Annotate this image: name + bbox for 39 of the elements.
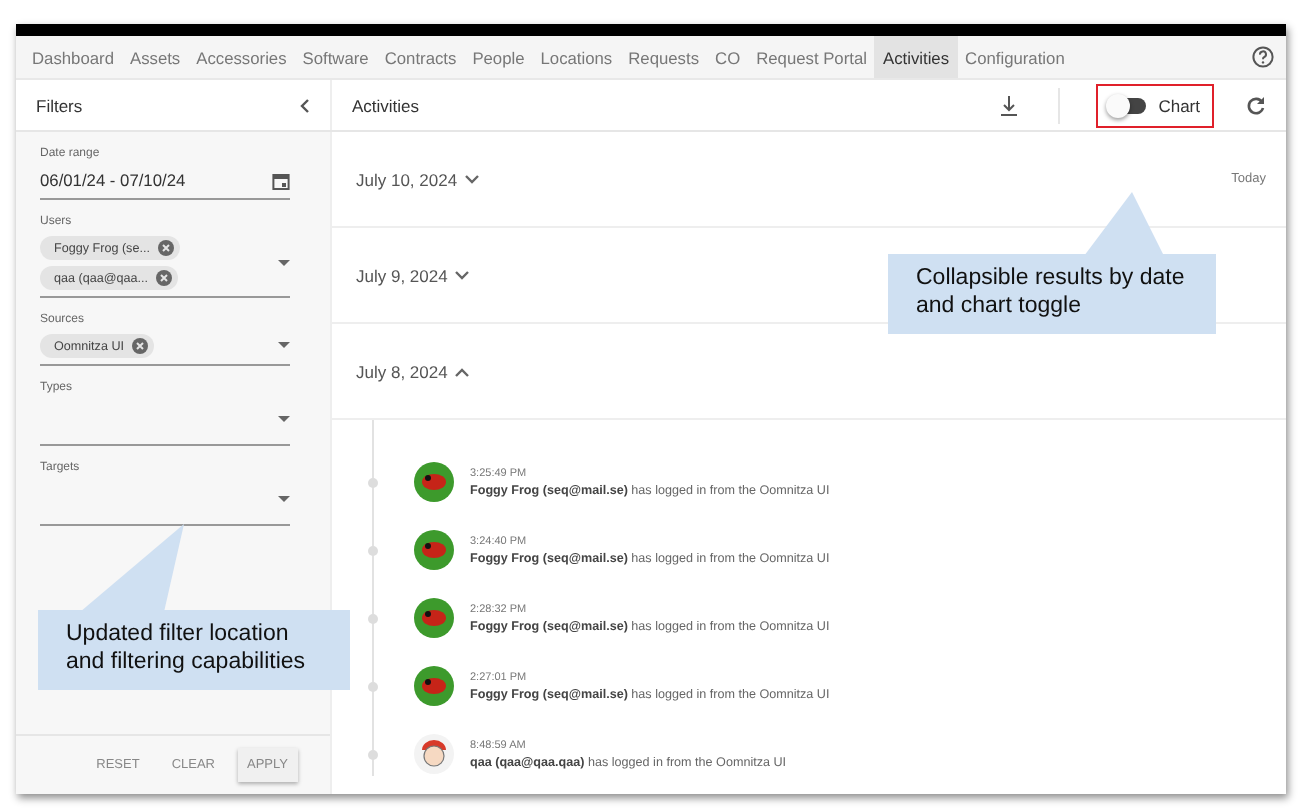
chart-toggle[interactable]: Chart bbox=[1096, 83, 1214, 127]
remove-icon[interactable] bbox=[132, 338, 148, 354]
person-avatar bbox=[414, 734, 454, 774]
chevron-down-icon bbox=[463, 173, 480, 185]
nav-tab[interactable]: Contracts bbox=[376, 36, 465, 78]
nav-tab[interactable]: Software bbox=[294, 36, 377, 78]
remove-icon[interactable] bbox=[157, 240, 174, 256]
field-value: 06/01/24 - 07/10/24 bbox=[40, 170, 186, 190]
nav-tab[interactable]: People bbox=[464, 36, 533, 78]
chevron-up-icon bbox=[453, 365, 470, 377]
help-icon[interactable] bbox=[1252, 46, 1274, 68]
frog-avatar bbox=[414, 530, 454, 570]
refresh-icon[interactable] bbox=[1246, 95, 1266, 115]
nav-tab[interactable]: Configuration bbox=[957, 36, 1073, 78]
remove-icon[interactable] bbox=[156, 270, 173, 286]
nav-tab[interactable]: Request Portal bbox=[748, 36, 875, 78]
frog-avatar bbox=[414, 666, 454, 706]
dropdown-arrow-icon[interactable] bbox=[278, 416, 290, 424]
date-group-header[interactable]: July 8, 2024 bbox=[356, 361, 470, 381]
frog-avatar bbox=[414, 462, 454, 502]
frog-avatar bbox=[414, 598, 454, 638]
nav-tab[interactable]: Dashboard bbox=[24, 36, 122, 78]
dropdown-arrow-icon[interactable] bbox=[278, 259, 290, 267]
nav-tab[interactable]: Assets bbox=[121, 36, 189, 78]
filters-title: Filters bbox=[36, 95, 83, 115]
dropdown-arrow-icon[interactable] bbox=[278, 342, 290, 350]
nav-tab[interactable]: Locations bbox=[532, 36, 621, 78]
nav-tab[interactable]: CO bbox=[707, 36, 749, 78]
calendar-icon[interactable] bbox=[272, 171, 290, 189]
date-group-header[interactable]: July 10, 2024 bbox=[356, 169, 480, 189]
collapse-icon[interactable] bbox=[298, 97, 310, 113]
nav-tab[interactable]: Requests bbox=[620, 36, 708, 78]
download-icon[interactable] bbox=[1000, 95, 1019, 115]
nav-tab[interactable]: Accessories bbox=[188, 36, 295, 78]
date-group-header[interactable]: July 9, 2024 bbox=[356, 265, 470, 285]
nav-tab[interactable]: Activities bbox=[874, 36, 958, 78]
dropdown-arrow-icon[interactable] bbox=[278, 496, 290, 504]
chevron-down-icon bbox=[453, 269, 470, 281]
page-title: Activities bbox=[352, 95, 420, 115]
